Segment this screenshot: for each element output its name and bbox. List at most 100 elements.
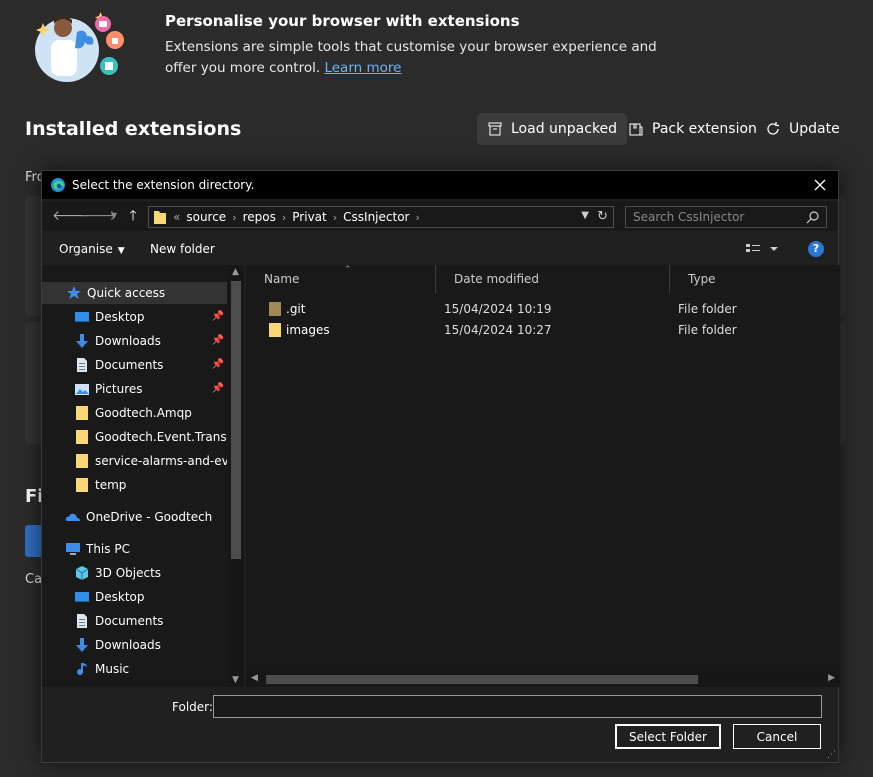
pack-extension-button[interactable]: Pack extension: [618, 113, 767, 145]
file-list: Name ⌃ Date modified Type .git 15/04/202…: [246, 265, 840, 687]
select-folder-dialog: Select the extension directory. 🡐 🡒 ▼ 🡑 …: [41, 170, 840, 763]
forward-arrow-icon[interactable]: 🡒: [80, 207, 118, 225]
scroll-up-icon[interactable]: ▲: [232, 267, 239, 277]
hero-title: Personalise your browser with extensions: [165, 12, 520, 30]
nav-item-folder[interactable]: Goodtech.Amqp: [42, 402, 227, 424]
pc-icon: [66, 543, 80, 555]
nav-item-label: OneDrive - Goodtech: [86, 510, 213, 524]
nav-item-pictures[interactable]: Pictures 📌: [42, 378, 227, 400]
folder-icon: [76, 454, 88, 468]
file-row[interactable]: .git 15/04/2024 10:19 File folder: [246, 298, 836, 319]
nav-item-onedrive[interactable]: OneDrive - Goodtech: [42, 506, 227, 528]
background-text-fragment: Ca: [25, 572, 43, 587]
nav-item-downloads[interactable]: Downloads 📌: [42, 330, 227, 352]
load-unpacked-label: Load unpacked: [511, 121, 618, 137]
back-arrow-icon[interactable]: 🡐: [52, 207, 90, 225]
breadcrumb-item[interactable]: source: [186, 210, 226, 224]
navigation-scrollbar[interactable]: ▲ ▼: [228, 265, 244, 687]
column-header-name[interactable]: Name: [246, 265, 436, 293]
update-button[interactable]: Update: [755, 113, 850, 145]
column-header-date-modified[interactable]: Date modified: [436, 265, 670, 293]
music-icon: [77, 663, 87, 676]
folder-icon: [76, 406, 88, 420]
scrollbar-thumb[interactable]: [231, 281, 241, 559]
view-options-icon[interactable]: [745, 241, 781, 257]
resize-grip-icon[interactable]: ⋰: [827, 750, 836, 760]
recent-locations-chevron-icon[interactable]: ▼: [105, 207, 123, 225]
breadcrumb-separator-icon[interactable]: ›: [232, 211, 236, 224]
folder-icon: [76, 430, 88, 444]
nav-item-label: Pictures: [95, 382, 143, 396]
pin-icon: 📌: [211, 311, 224, 322]
nav-item-label: temp: [95, 478, 127, 492]
file-name: .git: [286, 302, 306, 316]
nav-item-folder[interactable]: service-alarms-and-events: [42, 450, 227, 472]
scroll-left-icon[interactable]: ◀: [251, 673, 258, 683]
pin-icon: 📌: [211, 359, 224, 370]
nav-item-folder[interactable]: Goodtech.Event.Transfer: [42, 426, 227, 448]
up-arrow-icon[interactable]: 🡑: [124, 207, 142, 225]
breadcrumb-item[interactable]: CssInjector: [343, 210, 409, 224]
hero-description-text: Extensions are simple tools that customi…: [165, 39, 657, 76]
nav-item-desktop[interactable]: Desktop: [42, 586, 227, 608]
download-icon: [76, 334, 88, 348]
learn-more-link[interactable]: Learn more: [324, 60, 401, 76]
sort-ascending-icon: ⌃: [344, 265, 352, 275]
help-icon[interactable]: ?: [808, 241, 824, 257]
navigation-bar: 🡐 🡒 ▼ 🡑 « source › repos › Privat › CssI…: [42, 201, 838, 231]
nav-item-documents[interactable]: Documents: [42, 610, 227, 632]
folder-input[interactable]: [213, 695, 822, 718]
column-header-type[interactable]: Type: [670, 265, 840, 293]
breadcrumb-separator-icon[interactable]: ›: [415, 211, 419, 224]
pin-icon: 📌: [211, 335, 224, 346]
close-icon[interactable]: [810, 175, 830, 195]
nav-item-desktop[interactable]: Desktop 📌: [42, 306, 227, 328]
cancel-button[interactable]: Cancel: [733, 724, 821, 749]
scroll-right-icon[interactable]: ▶: [828, 673, 835, 683]
organise-label: Organise: [59, 242, 113, 256]
nav-item-label: This PC: [86, 542, 130, 556]
folder-icon: [269, 323, 281, 337]
folder-label: Folder:: [172, 700, 213, 714]
scrollbar-thumb[interactable]: [266, 675, 698, 684]
breadcrumb-overflow[interactable]: «: [173, 210, 180, 224]
nav-item-label: Downloads: [95, 334, 161, 348]
search-icon: [806, 211, 819, 224]
organise-button[interactable]: Organise ▼: [59, 242, 125, 256]
file-row[interactable]: images 15/04/2024 10:27 File folder: [246, 319, 836, 340]
refresh-icon: [767, 122, 779, 135]
desktop-icon: [75, 312, 89, 322]
scroll-down-icon[interactable]: ▼: [232, 675, 239, 685]
address-dropdown-icon[interactable]: ▼: [581, 210, 589, 221]
breadcrumb-item[interactable]: Privat: [292, 210, 326, 224]
star-icon: [67, 286, 81, 299]
nav-item-quick-access[interactable]: Quick access: [42, 282, 227, 304]
file-list-horizontal-scrollbar[interactable]: ◀ ▶: [246, 671, 840, 687]
installed-extensions-title: Installed extensions: [25, 118, 242, 140]
breadcrumb-item[interactable]: repos: [243, 210, 276, 224]
refresh-icon[interactable]: ↻: [597, 209, 608, 224]
pack-extension-label: Pack extension: [652, 121, 757, 137]
breadcrumb-separator-icon[interactable]: ›: [333, 211, 337, 224]
folder-icon: [76, 478, 88, 492]
nav-item-downloads[interactable]: Downloads: [42, 634, 227, 656]
file-date: 15/04/2024 10:27: [444, 323, 552, 337]
search-input[interactable]: Search CssInjector: [625, 206, 827, 228]
file-date: 15/04/2024 10:19: [444, 302, 552, 316]
select-folder-button[interactable]: Select Folder: [615, 724, 721, 749]
nav-item-label: Goodtech.Event.Transfer: [95, 430, 227, 444]
address-bar[interactable]: « source › repos › Privat › CssInjector …: [148, 206, 614, 228]
dialog-titlebar: Select the extension directory.: [42, 171, 838, 199]
breadcrumb-separator-icon[interactable]: ›: [282, 211, 286, 224]
nav-item-documents[interactable]: Documents 📌: [42, 354, 227, 376]
nav-item-folder[interactable]: temp: [42, 474, 227, 496]
nav-item-3d-objects[interactable]: 3D Objects: [42, 562, 227, 584]
load-unpacked-button[interactable]: Load unpacked: [477, 113, 628, 145]
nav-item-music[interactable]: Music: [42, 658, 227, 680]
package-icon: [629, 123, 643, 136]
nav-item-this-pc[interactable]: This PC: [42, 538, 227, 560]
file-type: File folder: [678, 302, 737, 316]
document-icon: [77, 358, 87, 372]
new-folder-button[interactable]: New folder: [150, 242, 215, 256]
nav-item-label: 3D Objects: [95, 566, 162, 580]
